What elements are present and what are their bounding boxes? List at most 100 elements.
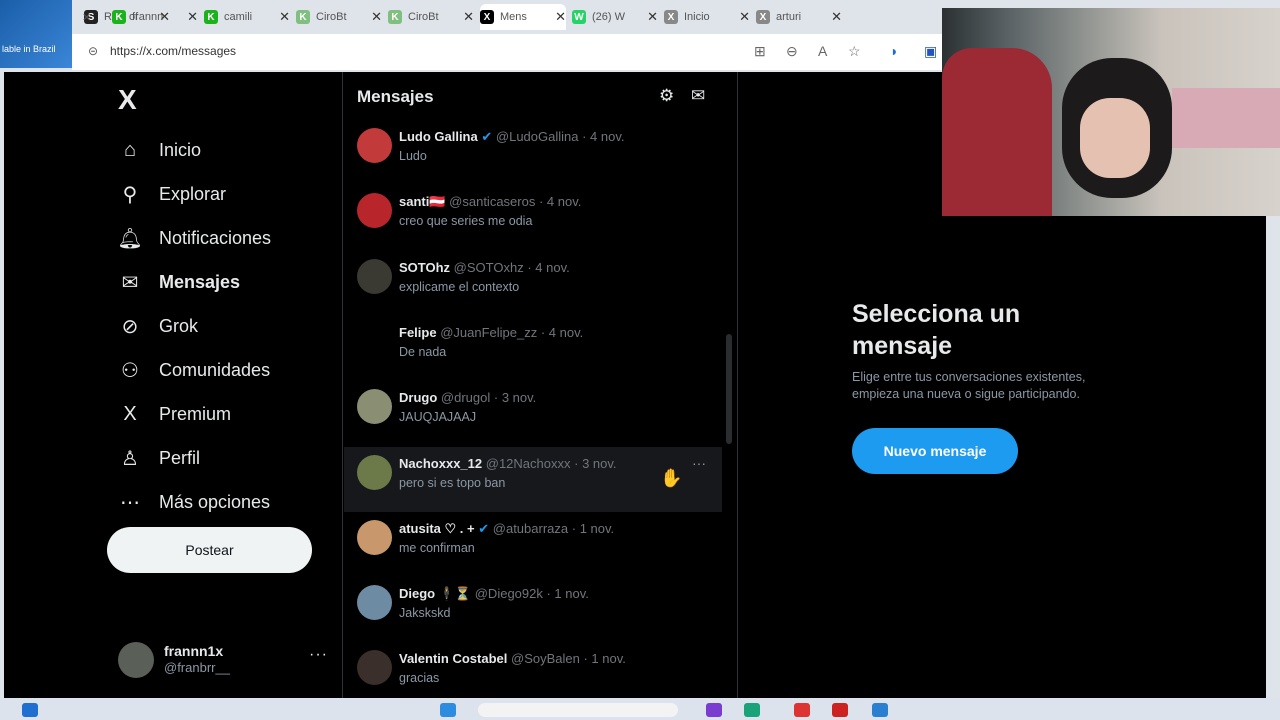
conversation-item[interactable]: Ludo Gallina ✔ @LudoGallina · 4 nov. Ludo [344, 120, 722, 185]
sidebar-item-comunidades[interactable]: ⚇ Comunidades [118, 348, 271, 392]
new-message-icon[interactable]: ✉ [691, 86, 705, 106]
conversation-item[interactable]: atusita ♡ . + ✔ @atubarraza · 1 nov. me c… [344, 512, 722, 577]
envelope-icon: ✉ [121, 271, 139, 294]
account-switcher[interactable]: frannn1x @franbrr__ ··· [118, 640, 328, 680]
conversation-date: 4 nov. [546, 194, 582, 210]
tab-close-icon[interactable]: ✕ [463, 9, 474, 25]
conversation-preview: Ludo [399, 149, 427, 163]
tab-close-icon[interactable]: ✕ [555, 9, 566, 25]
person-icon: ♙ [121, 447, 139, 470]
avatar[interactable] [357, 650, 392, 686]
taskbar-app-icon[interactable] [440, 703, 456, 717]
read-aloud-icon[interactable]: A [818, 43, 827, 59]
new-message-button[interactable]: Nuevo mensaje [852, 428, 1018, 474]
taskbar-app-icon[interactable] [832, 703, 848, 717]
tab-close-icon[interactable]: ✕ [831, 9, 842, 25]
home-icon: ⌂ [123, 138, 137, 161]
conversation-item[interactable]: Drugo @drugol · 3 nov. JAUQJAJAAJ [344, 381, 722, 446]
tab-close-icon[interactable]: ✕ [279, 9, 290, 25]
tab-close-icon[interactable]: ✕ [647, 9, 658, 25]
taskbar-app-icon[interactable] [794, 703, 810, 717]
more-circle-icon: ⋯ [120, 491, 140, 514]
sidebar-item-perfil[interactable]: ♙ Perfil [118, 436, 271, 480]
taskbar-app-icon[interactable] [744, 703, 760, 717]
person-face [1080, 98, 1150, 178]
conversation-preview: Jakskskd [399, 606, 451, 621]
taskbar-search[interactable] [478, 703, 678, 717]
taskbar-app-icon[interactable] [706, 703, 722, 717]
avatar[interactable] [357, 389, 392, 425]
tab-label: CiroBt [316, 11, 347, 23]
conversation-preview: explicame el contexto [399, 279, 520, 294]
extension-icon[interactable]: ◗ [890, 43, 898, 59]
tab-favicon-icon: K [296, 10, 310, 24]
avatar[interactable] [357, 128, 392, 163]
favorite-star-icon[interactable]: ☆ [848, 43, 861, 60]
avatar[interactable] [357, 519, 392, 555]
browser-tab[interactable]: X Mens ✕ [480, 4, 566, 30]
tab-close-icon[interactable]: ✕ [371, 9, 382, 25]
more-dots-icon[interactable]: ··· [692, 455, 706, 471]
sidebar-item-label: Notificaciones [159, 227, 272, 248]
site-info-icon[interactable]: ⊝ [88, 44, 98, 58]
conversation-handle: @atubarraza [492, 520, 569, 536]
user-name: frannn1x [164, 643, 224, 659]
sidebar-item-label: Mensajes [159, 271, 241, 292]
conversation-name: atusita ♡ . + [399, 520, 475, 536]
browser-tab[interactable]: K CiroBt ✕ [388, 4, 474, 30]
taskbar [0, 698, 1280, 720]
tab-label: camili [224, 11, 253, 23]
taskbar-app-icon[interactable] [872, 703, 888, 717]
conversation-item[interactable]: Felipe @JuanFelipe_zz · 4 nov. De nada [344, 316, 722, 381]
conversation-item[interactable]: santi🇦🇹 @santicaseros · 4 nov. creo que s… [344, 185, 722, 250]
tab-close-icon[interactable]: ✕ [739, 9, 750, 25]
settings-gear-icon[interactable]: ⚙ [659, 86, 674, 106]
browser-tab[interactable]: Kfrannn ✕ [112, 4, 198, 30]
avatar [118, 642, 154, 678]
conversation-item[interactable]: Diego 🕴⏳ @Diego92k · 1 nov. Jakskskd [344, 577, 722, 642]
divider [342, 72, 343, 698]
sidebar-item-premium[interactable]: X Premium [118, 392, 271, 436]
conversation-item[interactable]: SOTOhz @SOTOxhz · 4 nov. explicame el con… [344, 251, 722, 316]
tab-label: CiroBt [408, 11, 439, 23]
extension-2-icon[interactable]: ▣ [924, 43, 937, 60]
zoom-icon[interactable]: ⊖ [786, 43, 798, 60]
tab-close-icon[interactable]: ✕ [187, 9, 198, 25]
avatar[interactable] [357, 454, 392, 490]
tab-favicon-icon: X [664, 10, 678, 24]
sidebar-item-explorar[interactable]: ⚲ Explorar [118, 172, 271, 216]
browser-tab[interactable]: W (26) W ✕ [572, 4, 658, 30]
sidebar-item-m-s-opciones[interactable]: ⋯ Más opciones [118, 480, 271, 524]
browser-tab[interactable]: Kcamili ✕ [204, 4, 290, 30]
url-field[interactable]: https://x.com/messages [110, 44, 236, 58]
avatar[interactable] [357, 193, 392, 229]
sidebar-item-notificaciones[interactable]: 🔔︎ Notificaciones [117, 216, 272, 260]
empty-state-subtitle: Elige entre tus conversaciones existente… [852, 370, 1086, 401]
browser-tab[interactable]: X Inicio ✕ [664, 4, 750, 30]
conversation-item[interactable]: Valentin Costabel @SoyBalen · 1 nov. grac… [344, 642, 722, 698]
sidebar-item-grok[interactable]: ⊘ Grok [118, 304, 271, 348]
start-icon[interactable] [22, 703, 38, 717]
conversation-handle: @JuanFelipe_zz [440, 324, 538, 340]
app-available-icon[interactable]: ⊞ [754, 43, 766, 60]
verified-badge-icon: ✔ [481, 129, 493, 144]
conversation-name: Valentin Costabel [399, 651, 508, 667]
avatar[interactable] [357, 323, 392, 359]
avatar[interactable] [357, 585, 392, 621]
post-button[interactable]: Postear [107, 527, 312, 573]
conversation-preview: pero si es topo ban [399, 475, 506, 490]
sidebar-item-mensajes[interactable]: ✉ Mensajes [118, 260, 271, 304]
pinned-tab-preview[interactable]: lable in Brazil [0, 0, 72, 68]
conversation-date: 1 nov. [554, 586, 589, 602]
avatar[interactable] [357, 258, 392, 294]
scrollbar[interactable] [726, 334, 732, 444]
tab-close-icon[interactable]: ✕ [82, 4, 91, 30]
conversation-handle: @drugol [440, 390, 491, 406]
browser-tab[interactable]: Xarturi ✕ [756, 4, 842, 30]
sidebar-item-label: Grok [159, 315, 199, 336]
browser-tab[interactable]: K CiroBt ✕ [296, 4, 382, 30]
x-logo-icon[interactable]: X [118, 84, 137, 116]
more-dots-icon[interactable]: ··· [309, 646, 328, 664]
conversation-name: Diego 🕴⏳ [399, 586, 472, 602]
sidebar-item-inicio[interactable]: ⌂ Inicio [118, 128, 271, 172]
